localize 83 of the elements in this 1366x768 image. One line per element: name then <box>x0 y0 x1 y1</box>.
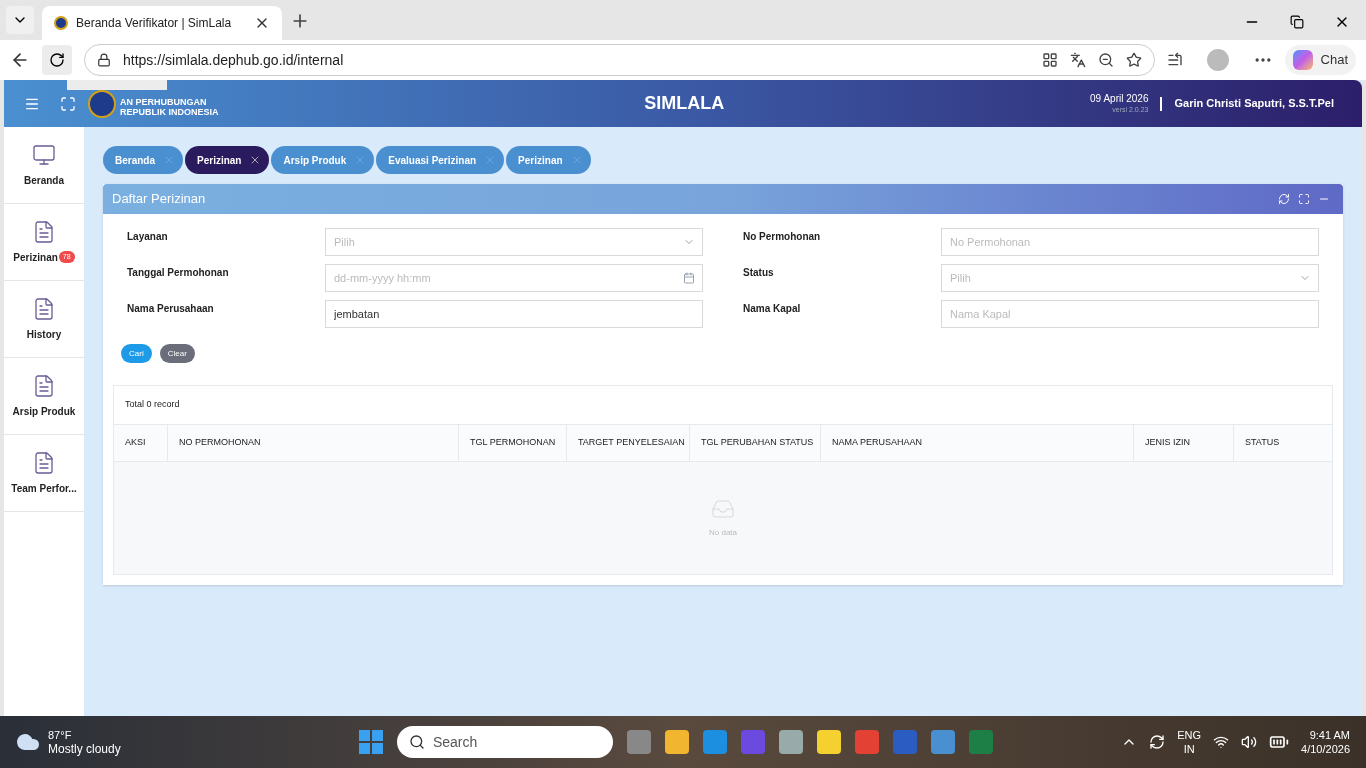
column-header: JENIS IZIN <box>1145 436 1190 450</box>
restore-icon[interactable] <box>1290 15 1304 29</box>
input-field[interactable]: No Permohonan <box>941 228 1319 256</box>
favorites-icon[interactable] <box>1166 52 1183 68</box>
monitor-icon <box>32 142 56 167</box>
column-header: TARGET PENYELESAIAN <box>578 436 685 450</box>
reload-button[interactable] <box>42 45 72 75</box>
tab-list-button[interactable] <box>6 6 34 34</box>
temperature: 87°F <box>48 728 73 742</box>
sidebar-item[interactable]: Beranda <box>4 127 84 204</box>
clock-time[interactable]: 9:41 AM <box>1309 728 1350 742</box>
brand-text: REPUBLIK INDONESIA <box>120 106 219 117</box>
reload-icon <box>49 52 65 68</box>
sidebar-label: Beranda <box>24 173 64 188</box>
start-icon[interactable] <box>358 730 383 754</box>
search-placeholder: Search <box>432 732 478 752</box>
brand-text: AN PERHUBUNGAN <box>120 96 208 107</box>
input-field[interactable]: Nama Kapal <box>941 300 1319 328</box>
search-icon <box>408 734 425 750</box>
clear-button[interactable]: Clear <box>159 344 195 363</box>
app-icon[interactable] <box>664 730 689 754</box>
field-label: Nama Kapal <box>743 302 802 316</box>
document-icon <box>32 373 56 398</box>
emblem-icon <box>88 89 116 118</box>
page-tab[interactable]: Perizinan <box>185 146 270 174</box>
app-title: SIMLALA <box>644 92 725 115</box>
sidebar-label: Arsip Produk <box>12 404 76 419</box>
sidebar-item[interactable]: Arsip Produk <box>4 358 84 435</box>
field-label: Nama Perusahaan <box>127 302 215 316</box>
star-icon[interactable] <box>1125 52 1142 68</box>
column-header: STATUS <box>1245 436 1280 450</box>
taskbar-search[interactable]: Search <box>396 726 613 758</box>
select-field[interactable]: Pilih <box>941 264 1319 292</box>
field-label: Layanan <box>127 230 169 244</box>
column-header: NAMA PERUSAHAAN <box>832 436 923 450</box>
sidebar-item[interactable]: Team Perfor... <box>4 435 84 512</box>
weather-text: Mostly cloudy <box>48 742 121 756</box>
app-icon[interactable] <box>702 730 727 754</box>
column-header: TGL PERUBAHAN STATUS <box>701 436 814 450</box>
volume-icon[interactable] <box>1241 734 1258 750</box>
column-header: TGL PERMOHONAN <box>470 436 556 450</box>
column-header: AKSI <box>125 436 146 450</box>
record-count: Total 0 record <box>125 398 180 412</box>
app-icon[interactable] <box>626 730 651 754</box>
region-text[interactable]: IN <box>1183 742 1195 756</box>
field-label: Tanggal Permohonan <box>127 266 230 280</box>
wifi-icon[interactable] <box>1213 734 1230 750</box>
sync-icon[interactable] <box>1149 734 1166 750</box>
sidebar-label: Team Perfor... <box>11 481 77 496</box>
field-label: No Permohonan <box>743 230 822 244</box>
copilot-icon <box>1292 50 1313 70</box>
site-icon <box>54 16 68 30</box>
app-icon[interactable] <box>816 730 841 754</box>
app-icon[interactable] <box>930 730 955 754</box>
zoom-out-icon[interactable] <box>1097 52 1114 68</box>
document-icon <box>32 296 56 321</box>
field-label: Status <box>743 266 775 280</box>
tab-title: Beranda Verifikator | SimLala <box>76 15 233 32</box>
date-field[interactable]: dd-mm-yyyy hh:mm <box>325 264 703 292</box>
sidebar-label: History <box>26 327 62 342</box>
fullscreen-icon[interactable] <box>60 95 76 112</box>
column-header: NO PERMOHONAN <box>179 436 261 450</box>
app-icon[interactable] <box>778 730 803 754</box>
browser-tab[interactable]: Beranda Verifikator | SimLala <box>42 6 282 40</box>
chat-button[interactable]: Chat <box>1284 45 1356 75</box>
url-text: https://simlala.dephub.go.id/internal <box>123 50 345 70</box>
sidebar-item[interactable]: History <box>4 281 84 358</box>
date-text: 09 April 2026 <box>1090 92 1149 104</box>
clock-date[interactable]: 4/10/2026 <box>1301 742 1350 756</box>
document-icon <box>32 450 56 475</box>
calendar-icon <box>683 272 695 284</box>
lock-icon <box>97 53 111 67</box>
sidebar-label: Perizinan <box>13 250 58 265</box>
panel-title: Daftar Perizinan <box>112 190 207 209</box>
document-icon <box>32 219 56 244</box>
expand-icon[interactable] <box>1298 193 1310 205</box>
apps-icon[interactable] <box>1041 52 1058 68</box>
select-field[interactable]: Pilih <box>325 228 703 256</box>
language-text[interactable]: ENG <box>1177 728 1202 742</box>
user-name: Garin Christi Saputri, S.S.T.Pel <box>1174 96 1334 112</box>
translate-icon[interactable] <box>1069 52 1086 68</box>
refresh-icon[interactable] <box>1278 193 1290 205</box>
input-field[interactable]: jembatan <box>325 300 703 328</box>
